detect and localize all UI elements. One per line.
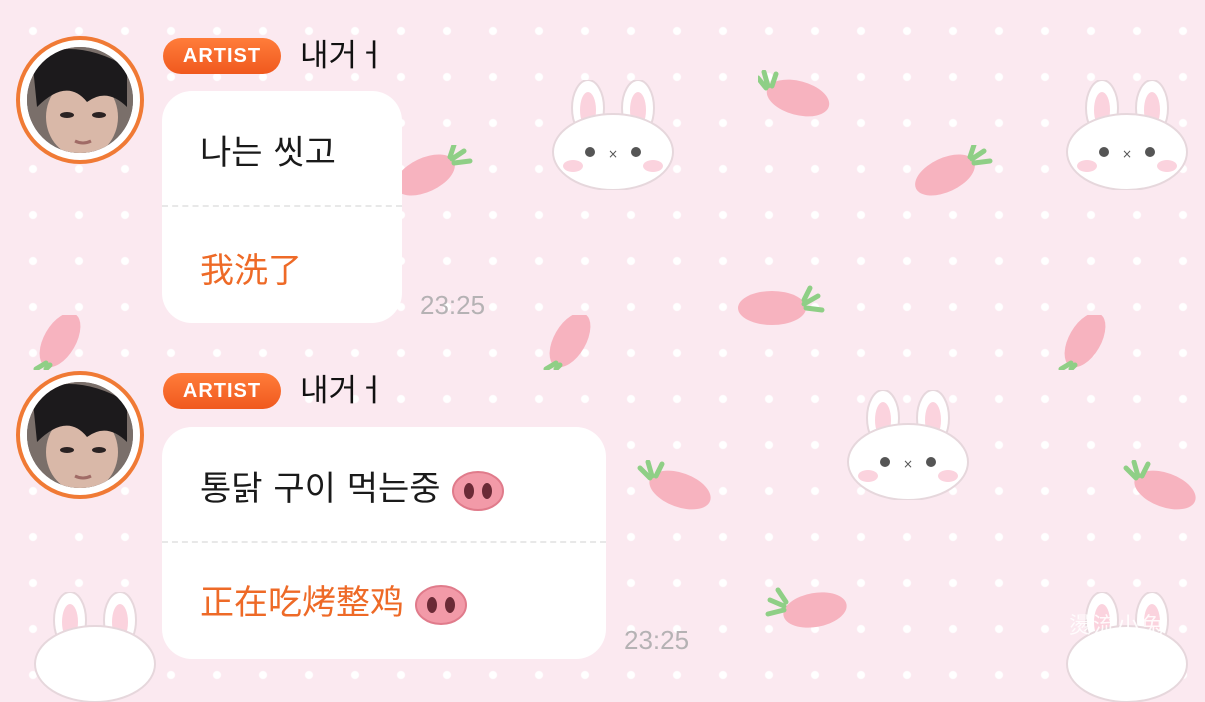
message-text-translation: 正在吃烤整鸡 (200, 575, 468, 626)
avatar[interactable] (16, 371, 144, 499)
svg-text:×: × (1122, 147, 1132, 161)
bunny-decoration-icon: × (1066, 80, 1188, 190)
pig-nose-icon (451, 470, 504, 511)
message-text-translation: 我洗了 (200, 251, 302, 291)
bunny-decoration-icon: × (847, 390, 969, 500)
message-bubble[interactable]: 나는 씻고 我洗了 (162, 91, 402, 323)
chat-message: ARTIST 내거ㅓ 통닭 구이 먹는중 正在吃烤整鸡 23:25 (0, 335, 800, 675)
carrot-decoration-icon (1058, 315, 1106, 370)
pig-nose-icon (415, 584, 467, 625)
message-text-korean-content: 통닭 구이 먹는중 (200, 469, 441, 509)
message-text-korean: 나는 씻고 (200, 133, 336, 173)
message-text-korean: 통닭 구이 먹는중 (200, 461, 505, 512)
sender-name[interactable]: 내거ㅓ (300, 373, 386, 409)
carrot-decoration-icon (915, 145, 993, 196)
message-timestamp: 23:25 (624, 625, 690, 655)
message-bubble[interactable]: 통닭 구이 먹는중 正在吃烤整鸡 (162, 427, 606, 659)
watermark: 燙流小兔 (1068, 614, 1165, 639)
artist-badge: ARTIST (163, 38, 281, 74)
translation-divider (162, 205, 402, 207)
message-text-translation-content: 正在吃烤整鸡 (200, 583, 404, 623)
translation-divider (162, 541, 606, 543)
sender-name[interactable]: 내거ㅓ (300, 38, 386, 74)
avatar[interactable] (16, 36, 144, 164)
carrot-decoration-icon (1123, 460, 1196, 510)
chat-message: ARTIST 내거ㅓ 나는 씻고 我洗了 23:25 (0, 0, 800, 330)
svg-text:×: × (903, 457, 913, 471)
artist-badge: ARTIST (163, 373, 281, 409)
avatar-photo (27, 382, 133, 488)
message-timestamp: 23:25 (420, 290, 486, 320)
avatar-photo (27, 47, 133, 153)
